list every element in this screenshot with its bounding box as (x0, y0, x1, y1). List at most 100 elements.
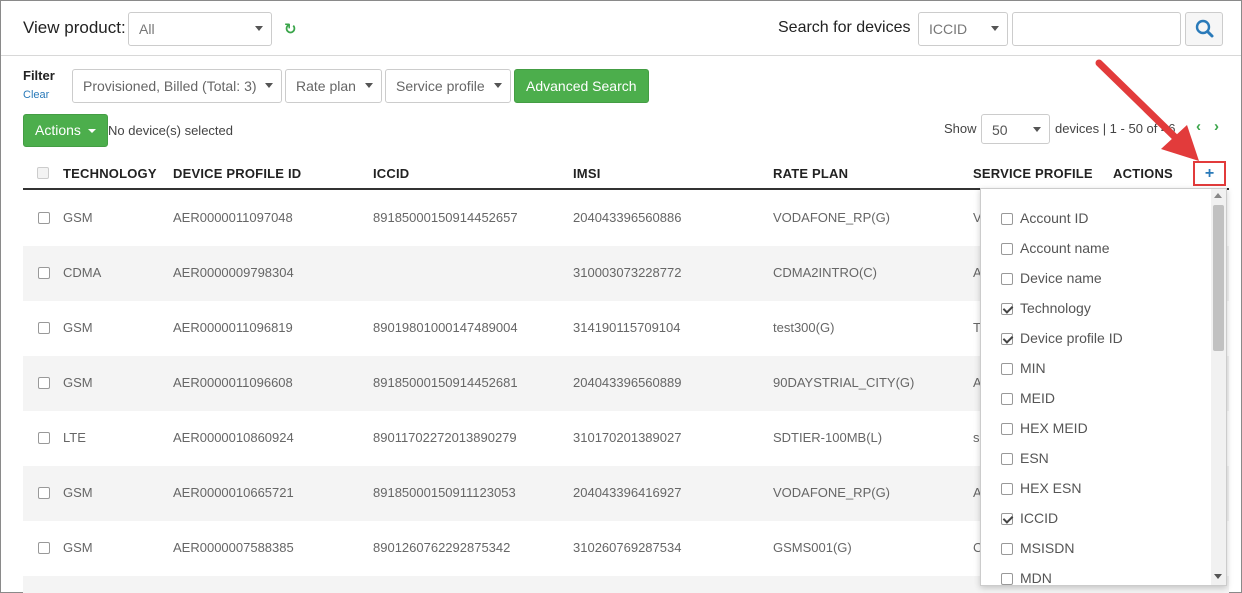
cell-technology: GSM (63, 540, 93, 555)
page-size-value: 50 (992, 122, 1008, 138)
cell-rate-plan: CDMA2INTRO(C) (773, 265, 877, 280)
cell-technology: GSM (63, 485, 93, 500)
cell-technology: CDMA (63, 265, 102, 280)
column-option-checkbox[interactable] (1001, 273, 1013, 285)
column-option-checkbox[interactable] (1001, 453, 1013, 465)
select-all-checkbox[interactable] (37, 167, 49, 179)
next-page-icon[interactable]: › (1214, 118, 1219, 135)
search-button[interactable] (1185, 12, 1223, 46)
cell-rate-plan: 90DAYSTRIAL_CITY(G) (773, 375, 915, 390)
cell-rate-plan: SDTIER-100MB(L) (773, 430, 883, 445)
row-checkbox[interactable] (38, 322, 50, 334)
row-checkbox[interactable] (38, 487, 50, 499)
column-option-checkbox[interactable] (1001, 513, 1013, 525)
column-option-label: Account name (1020, 240, 1110, 256)
column-chooser-menu: Account ID Account name Device name Technol… (980, 188, 1227, 586)
cell-device-profile-id: AER0000011096819 (173, 320, 293, 335)
column-option-checkbox[interactable] (1001, 363, 1013, 375)
refresh-icon[interactable]: ↻ (284, 20, 297, 38)
column-option-checkbox[interactable] (1001, 393, 1013, 405)
column-option-checkbox[interactable] (1001, 573, 1013, 585)
cell-imsi: 310170201389027 (573, 430, 682, 445)
cell-imsi: 314190115709104 (573, 320, 681, 335)
row-checkbox[interactable] (38, 267, 50, 279)
chevron-down-icon (265, 83, 273, 88)
rate-plan-filter-select[interactable]: Rate plan (285, 69, 382, 103)
column-option-checkbox[interactable] (1001, 243, 1013, 255)
row-checkbox[interactable] (38, 542, 50, 554)
filter-label: Filter (23, 68, 55, 83)
column-option-checkbox[interactable] (1001, 213, 1013, 225)
view-product-select[interactable]: All (128, 12, 272, 46)
chevron-down-icon (1033, 127, 1041, 132)
top-bar: View product: All ↻ Search for devices I… (1, 1, 1241, 56)
column-option-checkbox[interactable] (1001, 483, 1013, 495)
search-input[interactable] (1012, 12, 1181, 46)
column-option-label: ESN (1020, 450, 1049, 466)
column-option-label: Technology (1020, 300, 1091, 316)
header-service-profile[interactable]: SERVICE PROFILE (973, 166, 1093, 181)
search-icon (1195, 19, 1214, 38)
header-imsi[interactable]: IMSI (573, 166, 601, 181)
cell-device-profile-id: AER0000007588385 (173, 540, 294, 555)
menu-scrollbar[interactable] (1211, 189, 1226, 585)
cell-iccid: 89011702272013890279 (373, 430, 517, 445)
chevron-down-icon (494, 83, 502, 88)
column-option-label: HEX ESN (1020, 480, 1082, 496)
chevron-down-icon (991, 26, 999, 31)
column-option-checkbox[interactable] (1001, 333, 1013, 345)
service-profile-filter-select[interactable]: Service profile (385, 69, 511, 103)
cell-iccid: 89019801000147489004 (373, 320, 518, 335)
search-type-select[interactable]: ICCID (918, 12, 1008, 46)
header-rate-plan[interactable]: RATE PLAN (773, 166, 848, 181)
status-filter-select[interactable]: Provisioned, Billed (Total: 3) (72, 69, 282, 103)
column-option-checkbox[interactable] (1001, 303, 1013, 315)
scroll-down-icon[interactable] (1214, 574, 1222, 579)
cell-imsi: 310003073228772 (573, 265, 682, 280)
actions-button[interactable]: Actions (23, 114, 108, 147)
cell-rate-plan: test300(G) (773, 320, 835, 335)
header-technology[interactable]: TECHNOLOGY (63, 166, 157, 181)
cell-device-profile-id: AER0000010665721 (173, 485, 294, 500)
column-option-label: HEX MEID (1020, 420, 1088, 436)
clear-filter-link[interactable]: Clear (23, 89, 49, 101)
service-profile-filter-value: Service profile (396, 78, 485, 94)
previous-page-icon[interactable]: ‹ (1196, 118, 1201, 135)
cell-device-profile-id: AER0000011096608 (173, 375, 293, 390)
caret-down-icon (87, 129, 96, 134)
row-checkbox[interactable] (38, 377, 50, 389)
chevron-down-icon (365, 83, 373, 88)
advanced-search-button[interactable]: Advanced Search (514, 69, 649, 103)
search-label: Search for devices (778, 19, 911, 36)
column-option-checkbox[interactable] (1001, 543, 1013, 555)
cell-iccid: 89185000150914452681 (373, 375, 518, 390)
cell-technology: GSM (63, 375, 93, 390)
header-device-profile-id[interactable]: DEVICE PROFILE ID (173, 166, 301, 181)
status-filter-value: Provisioned, Billed (Total: 3) (83, 78, 257, 94)
column-option-checkbox[interactable] (1001, 423, 1013, 435)
column-option-label: Device name (1020, 270, 1102, 286)
header-actions: ACTIONS (1113, 166, 1173, 181)
cell-device-profile-id: AER0000009798304 (173, 265, 294, 280)
selection-status: No device(s) selected (108, 123, 233, 138)
view-product-value: All (139, 21, 155, 37)
cell-service-profile: s (973, 430, 980, 445)
pagination-info: devices | 1 - 50 of 46 (1055, 121, 1176, 136)
scrollbar-thumb[interactable] (1213, 205, 1224, 351)
scroll-up-icon[interactable] (1214, 193, 1222, 198)
add-column-button[interactable]: + (1193, 161, 1226, 186)
cell-device-profile-id: AER0000011097048 (173, 210, 293, 225)
header-iccid[interactable]: ICCID (373, 166, 409, 181)
cell-technology: GSM (63, 210, 93, 225)
actions-label: Actions (35, 122, 81, 138)
column-option-label: MDN (1020, 570, 1052, 586)
column-option-label: Device profile ID (1020, 330, 1123, 346)
row-checkbox[interactable] (38, 212, 50, 224)
cell-rate-plan: GSMS001(G) (773, 540, 852, 555)
page-size-select[interactable]: 50 (981, 114, 1050, 144)
cell-technology: LTE (63, 430, 86, 445)
cell-iccid: 89185000150914452657 (373, 210, 518, 225)
cell-imsi: 204043396416927 (573, 485, 682, 500)
cell-rate-plan: VODAFONE_RP(G) (773, 210, 891, 225)
row-checkbox[interactable] (38, 432, 50, 444)
